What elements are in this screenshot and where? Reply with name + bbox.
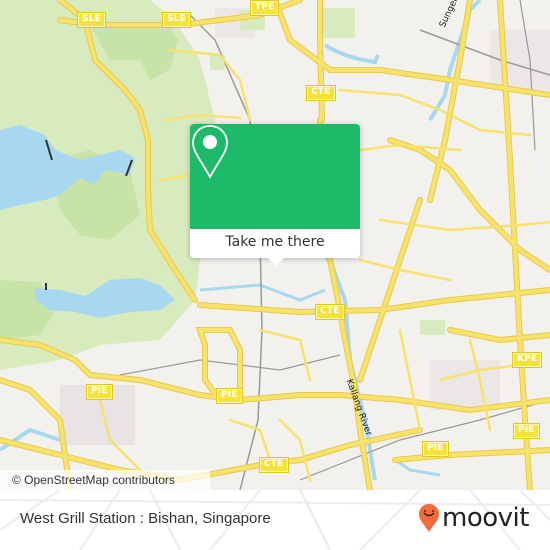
popup-header	[190, 124, 360, 229]
expressway-shield-tpe: TPE	[249, 0, 280, 16]
moovit-wordmark: moovit	[442, 503, 529, 533]
moovit-pin-icon	[419, 504, 439, 532]
expressway-shield-cte: CTE	[306, 85, 336, 101]
urban-area	[430, 360, 500, 410]
expressway-shield-sle: SLE	[77, 12, 106, 28]
expressway-shield-sle: SLE	[162, 12, 191, 28]
popup-pointer	[268, 258, 284, 266]
place-name: West Grill Station : Bishan, Singapore	[20, 510, 271, 527]
expressway-shield-pie: PIE	[216, 388, 243, 404]
expressway-shield-cte: CTE	[259, 457, 289, 473]
location-popup: Take me there	[190, 124, 360, 266]
park	[420, 320, 445, 335]
moovit-logo[interactable]: moovit	[418, 500, 529, 536]
map-view[interactable]: SLE SLE TPE CTE CTE CTE PIE PIE PIE PIE …	[0, 0, 550, 490]
expressway-shield-pie: PIE	[86, 384, 113, 400]
map-attribution[interactable]: © OpenStreetMap contributors	[0, 470, 210, 490]
footer-bar: West Grill Station : Bishan, Singapore m…	[0, 490, 550, 550]
rail-line	[299, 399, 550, 481]
canal	[323, 43, 380, 65]
park	[320, 8, 355, 38]
map-pin-icon	[192, 125, 228, 179]
expressway-shield-kpe: KPE	[511, 352, 543, 368]
expressway-shield-pie: PIE	[422, 441, 449, 457]
expressway-shield-pie: PIE	[513, 423, 540, 439]
canal	[199, 283, 326, 302]
take-me-there-button[interactable]: Take me there	[190, 229, 360, 258]
expressway-shield-cte: CTE	[315, 304, 345, 320]
